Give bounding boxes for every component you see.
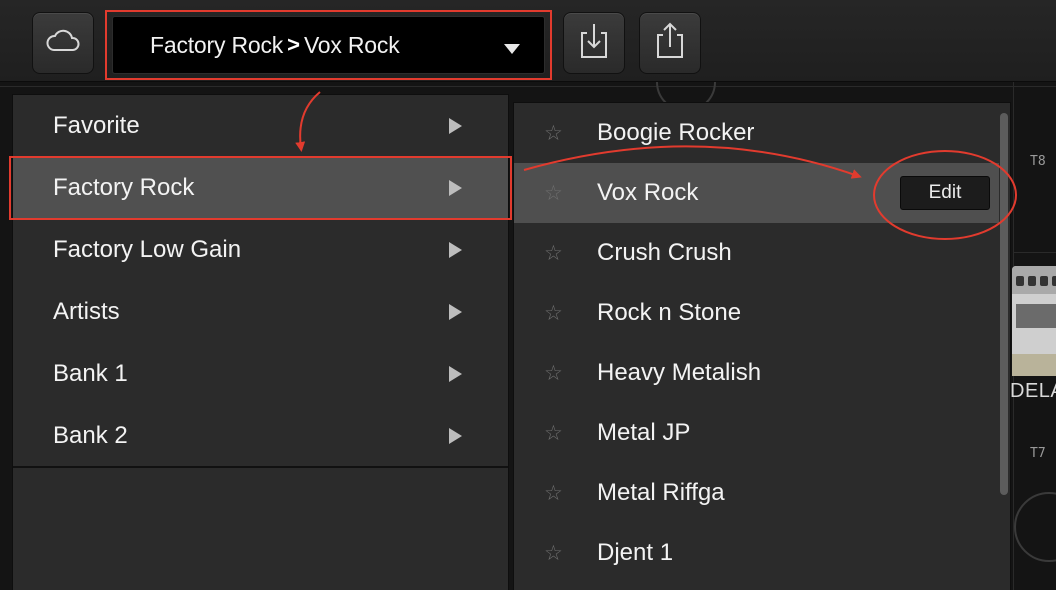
upload-button[interactable]: [639, 12, 701, 74]
bank-item-artists[interactable]: Artists: [13, 281, 508, 343]
bank-item-label: Artists: [53, 298, 120, 325]
preset-item-metal-jp[interactable]: ☆ Metal JP: [514, 403, 999, 463]
bank-item-label: Factory Rock: [53, 174, 195, 201]
preset-item-heavy-metalish[interactable]: ☆ Heavy Metalish: [514, 343, 999, 403]
preset-item-vox-rock[interactable]: ☆ Vox Rock Edit: [514, 163, 999, 223]
star-icon[interactable]: ☆: [544, 481, 563, 506]
bank-item-label: Favorite: [53, 112, 140, 139]
star-icon[interactable]: ☆: [544, 421, 563, 446]
preset-item-label: Boogie Rocker: [597, 119, 755, 146]
preset-item-djent-1[interactable]: ☆ Djent 1: [514, 523, 999, 583]
track-label-t8: T8: [1030, 154, 1046, 169]
bank-item-label: Bank 2: [53, 422, 128, 449]
star-icon[interactable]: ☆: [544, 181, 563, 206]
bank-item-label: Factory Low Gain: [53, 236, 242, 263]
track-label-t7: T7: [1030, 446, 1046, 461]
preset-item-label: Metal JP: [597, 419, 691, 446]
pedal-knob: [1016, 276, 1024, 286]
upload-icon: [654, 21, 686, 66]
pedal-top: [1012, 266, 1056, 294]
pedal-knob: [1040, 276, 1048, 286]
preset-dropdown[interactable]: Factory Rock > Vox Rock: [112, 16, 545, 74]
bank-menu: Favorite Factory Rock Factory Low Gain A…: [12, 94, 509, 590]
preset-item-label: Rock n Stone: [597, 299, 742, 326]
preset-item-label: Crush Crush: [597, 239, 732, 266]
preset-item-label: Metal Riffga: [597, 479, 725, 506]
delay-pedal[interactable]: [1012, 266, 1056, 376]
chevron-down-icon: [504, 44, 520, 54]
preset-item-label: Djent 1: [597, 539, 674, 566]
download-icon: [578, 21, 610, 66]
star-icon[interactable]: ☆: [544, 361, 563, 386]
bg-grid-line: [0, 86, 1056, 87]
preset-menu: ☆ Boogie Rocker ☆ Vox Rock Edit ☆ Crush …: [513, 102, 1011, 590]
chevron-right-icon: [449, 242, 462, 258]
pedal-knob: [1028, 276, 1036, 286]
bank-item-label: Bank 1: [53, 360, 128, 387]
star-icon[interactable]: ☆: [544, 121, 563, 146]
breadcrumb-parent: Factory Rock: [150, 31, 284, 58]
preset-item-boogie-rocker[interactable]: ☆ Boogie Rocker: [514, 103, 999, 163]
bank-item-favorite[interactable]: Favorite: [13, 95, 508, 157]
bank-item-factory-low-gain[interactable]: Factory Low Gain: [13, 219, 508, 281]
chevron-right-icon: [449, 366, 462, 382]
preset-item-metal-riffga[interactable]: ☆ Metal Riffga: [514, 463, 999, 523]
pedal-knob: [1052, 276, 1056, 286]
cloud-icon: [45, 29, 81, 58]
pedal-name: DELA: [1010, 380, 1056, 402]
download-button[interactable]: [563, 12, 625, 74]
bank-item-factory-rock[interactable]: Factory Rock: [13, 157, 508, 219]
pedal-footswitch: [1012, 354, 1056, 376]
chevron-right-icon: [449, 118, 462, 134]
menu-divider: [13, 466, 508, 468]
preset-selector[interactable]: Factory Rock > Vox Rock: [105, 10, 552, 80]
breadcrumb-current: Vox Rock: [303, 31, 400, 58]
bank-item-bank-1[interactable]: Bank 1: [13, 343, 508, 405]
star-icon[interactable]: ☆: [544, 301, 563, 326]
pedal-panel: [1016, 304, 1056, 328]
chevron-right-icon: [449, 304, 462, 320]
preset-item-label: Vox Rock: [597, 179, 699, 206]
breadcrumb-separator: >: [287, 32, 300, 57]
preset-item-label: Heavy Metalish: [597, 359, 762, 386]
preset-item-rock-n-stone[interactable]: ☆ Rock n Stone: [514, 283, 999, 343]
star-icon[interactable]: ☆: [544, 541, 563, 566]
chevron-right-icon: [449, 180, 462, 196]
bg-grid-line: [1013, 252, 1056, 253]
preset-scrollbar[interactable]: [1000, 113, 1008, 495]
preset-item-crush-crush[interactable]: ☆ Crush Crush: [514, 223, 999, 283]
bg-knob: [1014, 492, 1056, 562]
bank-item-bank-2[interactable]: Bank 2: [13, 405, 508, 467]
edit-button[interactable]: Edit: [900, 176, 990, 210]
top-toolbar: Factory Rock > Vox Rock: [0, 0, 1056, 82]
cloud-button[interactable]: [32, 12, 94, 74]
star-icon[interactable]: ☆: [544, 241, 563, 266]
chevron-right-icon: [449, 428, 462, 444]
